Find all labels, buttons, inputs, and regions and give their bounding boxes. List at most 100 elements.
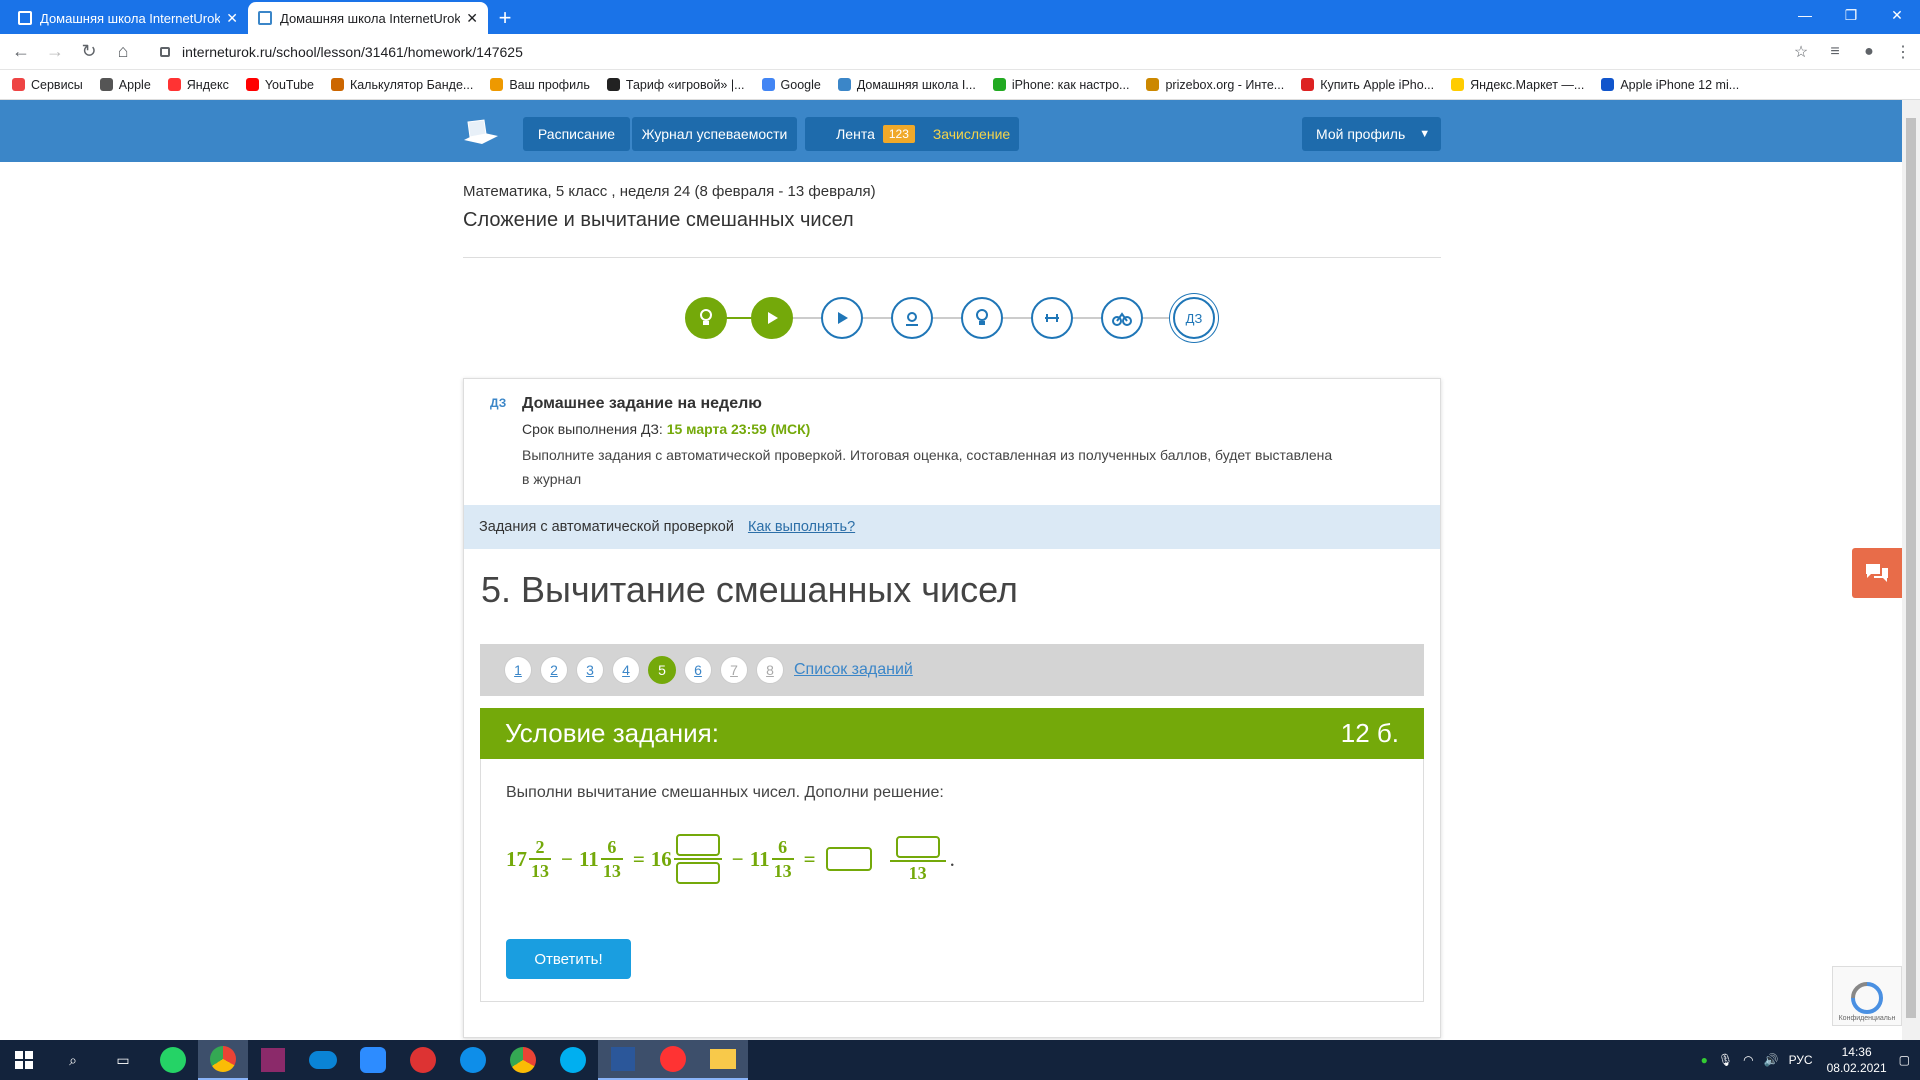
numerator: 6 <box>607 837 617 857</box>
winrar-icon[interactable] <box>248 1040 298 1080</box>
bookmark-label: Яндекс.Маркет —... <box>1470 77 1585 92</box>
task-number-1[interactable]: 1 <box>504 656 532 684</box>
recaptcha-badge[interactable]: Конфиденциальн <box>1832 966 1902 1026</box>
bookmark-item[interactable]: Тариф «игровой» |... <box>606 78 745 92</box>
volume-icon[interactable]: 🔊 <box>1764 1053 1779 1067</box>
close-tab-icon[interactable]: ✕ <box>466 10 478 27</box>
bookmark-item[interactable]: YouTube <box>245 78 314 92</box>
nav-schedule-button[interactable]: Расписание <box>523 117 630 151</box>
chrome-icon[interactable] <box>198 1040 248 1080</box>
task-number-2[interactable]: 2 <box>540 656 568 684</box>
forward-icon[interactable]: → <box>38 41 72 62</box>
denominator-input[interactable] <box>675 862 720 884</box>
task-number-3[interactable]: 3 <box>576 656 604 684</box>
task-number-4[interactable]: 4 <box>612 656 640 684</box>
home-icon[interactable]: ⌂ <box>106 41 140 62</box>
breadcrumb: Математика, 5 класс , неделя 24 (8 февра… <box>463 183 876 200</box>
bookmark-star-icon[interactable]: ☆ <box>1784 42 1818 62</box>
profile-avatar-icon[interactable]: ● <box>1852 43 1886 61</box>
menu-icon[interactable]: ⋮ <box>1886 42 1920 62</box>
notifications-icon[interactable]: ▢ <box>1899 1053 1910 1067</box>
browser-tab-active[interactable]: Домашняя школа InternetUrok.r ✕ <box>248 2 488 34</box>
task-title: 5. Вычитание смешанных чисел <box>481 569 1018 610</box>
whole-part: 11 <box>749 846 770 871</box>
bookmark-item[interactable]: Яндекс <box>167 78 229 92</box>
new-tab-button[interactable]: + <box>488 2 522 34</box>
close-window-icon[interactable]: ✕ <box>1874 0 1920 30</box>
deadline: Срок выполнения ДЗ: 15 марта 23:59 (МСК) <box>522 421 810 437</box>
defender-icon[interactable]: ● <box>1701 1053 1708 1067</box>
bookmark-item[interactable]: Домашняя школа I... <box>837 78 976 92</box>
step-lightbulb[interactable] <box>685 297 727 339</box>
task-number-nav: 1 2 3 4 5 6 7 8 Список заданий <box>480 644 1424 696</box>
whatsapp-icon[interactable] <box>148 1040 198 1080</box>
site-header: Расписание Журнал успеваемости Лента 123… <box>0 100 1902 162</box>
divider <box>463 257 1441 258</box>
teamviewer-icon[interactable] <box>448 1040 498 1080</box>
back-icon[interactable]: ← <box>4 41 38 62</box>
nav-gradebook-button[interactable]: Журнал успеваемости <box>632 117 797 151</box>
window-controls: — ❐ ✕ <box>1782 0 1920 30</box>
lang-indicator[interactable]: РУС <box>1789 1053 1813 1067</box>
lock-icon[interactable] <box>160 46 170 57</box>
site-logo-icon[interactable] <box>462 118 500 146</box>
bookmark-item[interactable]: Apple iPhone 12 mi... <box>1601 78 1739 92</box>
reload-icon[interactable]: ↻ <box>72 41 106 62</box>
my-profile-button[interactable]: Мой профиль ▼ <box>1302 117 1441 151</box>
bookmark-item[interactable]: Купить Apple iPho... <box>1301 78 1434 92</box>
yandex-browser-icon[interactable] <box>648 1040 698 1080</box>
scrollbar-thumb[interactable] <box>1906 118 1916 1018</box>
close-tab-icon[interactable]: ✕ <box>226 10 238 27</box>
screen-recorder-icon[interactable] <box>398 1040 448 1080</box>
zoom-icon[interactable] <box>348 1040 398 1080</box>
chrome-profile-icon[interactable] <box>498 1040 548 1080</box>
how-to-link[interactable]: Как выполнять? <box>748 519 855 535</box>
bookmark-label: Apple iPhone 12 mi... <box>1620 77 1740 92</box>
onedrive-icon[interactable] <box>298 1040 348 1080</box>
result-numerator-input[interactable] <box>895 836 940 858</box>
bookmark-item[interactable]: Сервисы <box>12 78 83 92</box>
task-view-icon[interactable]: ▭ <box>98 1040 148 1080</box>
skype-icon[interactable] <box>548 1040 598 1080</box>
task-number-6[interactable]: 6 <box>684 656 712 684</box>
page-scrollbar[interactable] <box>1902 100 1920 1040</box>
site-favicon-icon <box>18 11 32 25</box>
step-lightbulb-2[interactable] <box>961 297 1003 339</box>
task-list-link[interactable]: Список заданий <box>794 661 913 679</box>
step-training[interactable] <box>1031 297 1073 339</box>
bookmark-item[interactable]: Apple <box>99 78 151 92</box>
whole-result-input[interactable] <box>825 847 872 871</box>
nav-enrollment-button[interactable]: Зачисление <box>924 117 1019 151</box>
step-webinar[interactable] <box>891 297 933 339</box>
bookmark-item[interactable]: Google <box>761 78 821 92</box>
network-icon[interactable]: ◠ <box>1743 1053 1753 1067</box>
bookmark-item[interactable]: prizebox.org - Инте... <box>1146 78 1284 92</box>
step-video-done[interactable] <box>751 297 793 339</box>
nav-label: Журнал успеваемости <box>641 126 788 142</box>
reading-list-icon[interactable]: ≡ <box>1818 43 1852 61</box>
task-number-5[interactable]: 5 <box>648 656 676 684</box>
task-number-7[interactable]: 7 <box>720 656 748 684</box>
clock[interactable]: 14:36 08.02.2021 <box>1827 1044 1887 1076</box>
windows-start-icon[interactable] <box>0 1040 48 1080</box>
bookmark-item[interactable]: iPhone: как настро... <box>992 78 1129 92</box>
bookmark-item[interactable]: Калькулятор Банде... <box>330 78 473 92</box>
url-field[interactable]: interneturok.ru/school/lesson/31461/home… <box>150 38 1784 66</box>
minimize-icon[interactable]: — <box>1782 0 1828 30</box>
word-icon[interactable] <box>598 1040 648 1080</box>
chat-button[interactable] <box>1852 548 1902 598</box>
submit-answer-button[interactable]: Ответить! <box>506 939 631 979</box>
file-explorer-icon[interactable] <box>698 1040 748 1080</box>
step-video[interactable] <box>821 297 863 339</box>
browser-tab[interactable]: Домашняя школа InternetUrok.r ✕ <box>8 2 248 34</box>
bookmark-item[interactable]: Яндекс.Маркет —... <box>1451 78 1584 92</box>
step-homework[interactable]: ДЗ <box>1173 297 1215 339</box>
task-number-8[interactable]: 8 <box>756 656 784 684</box>
numerator-input[interactable] <box>675 834 720 856</box>
bookmark-item[interactable]: Ваш профиль <box>490 78 590 92</box>
microphone-icon[interactable]: 🎙 <box>1718 1053 1733 1067</box>
restore-icon[interactable]: ❐ <box>1828 0 1874 30</box>
search-icon[interactable]: ⌕ <box>48 1040 98 1080</box>
minus-sign: − <box>561 846 573 871</box>
step-trainer[interactable] <box>1101 297 1143 339</box>
